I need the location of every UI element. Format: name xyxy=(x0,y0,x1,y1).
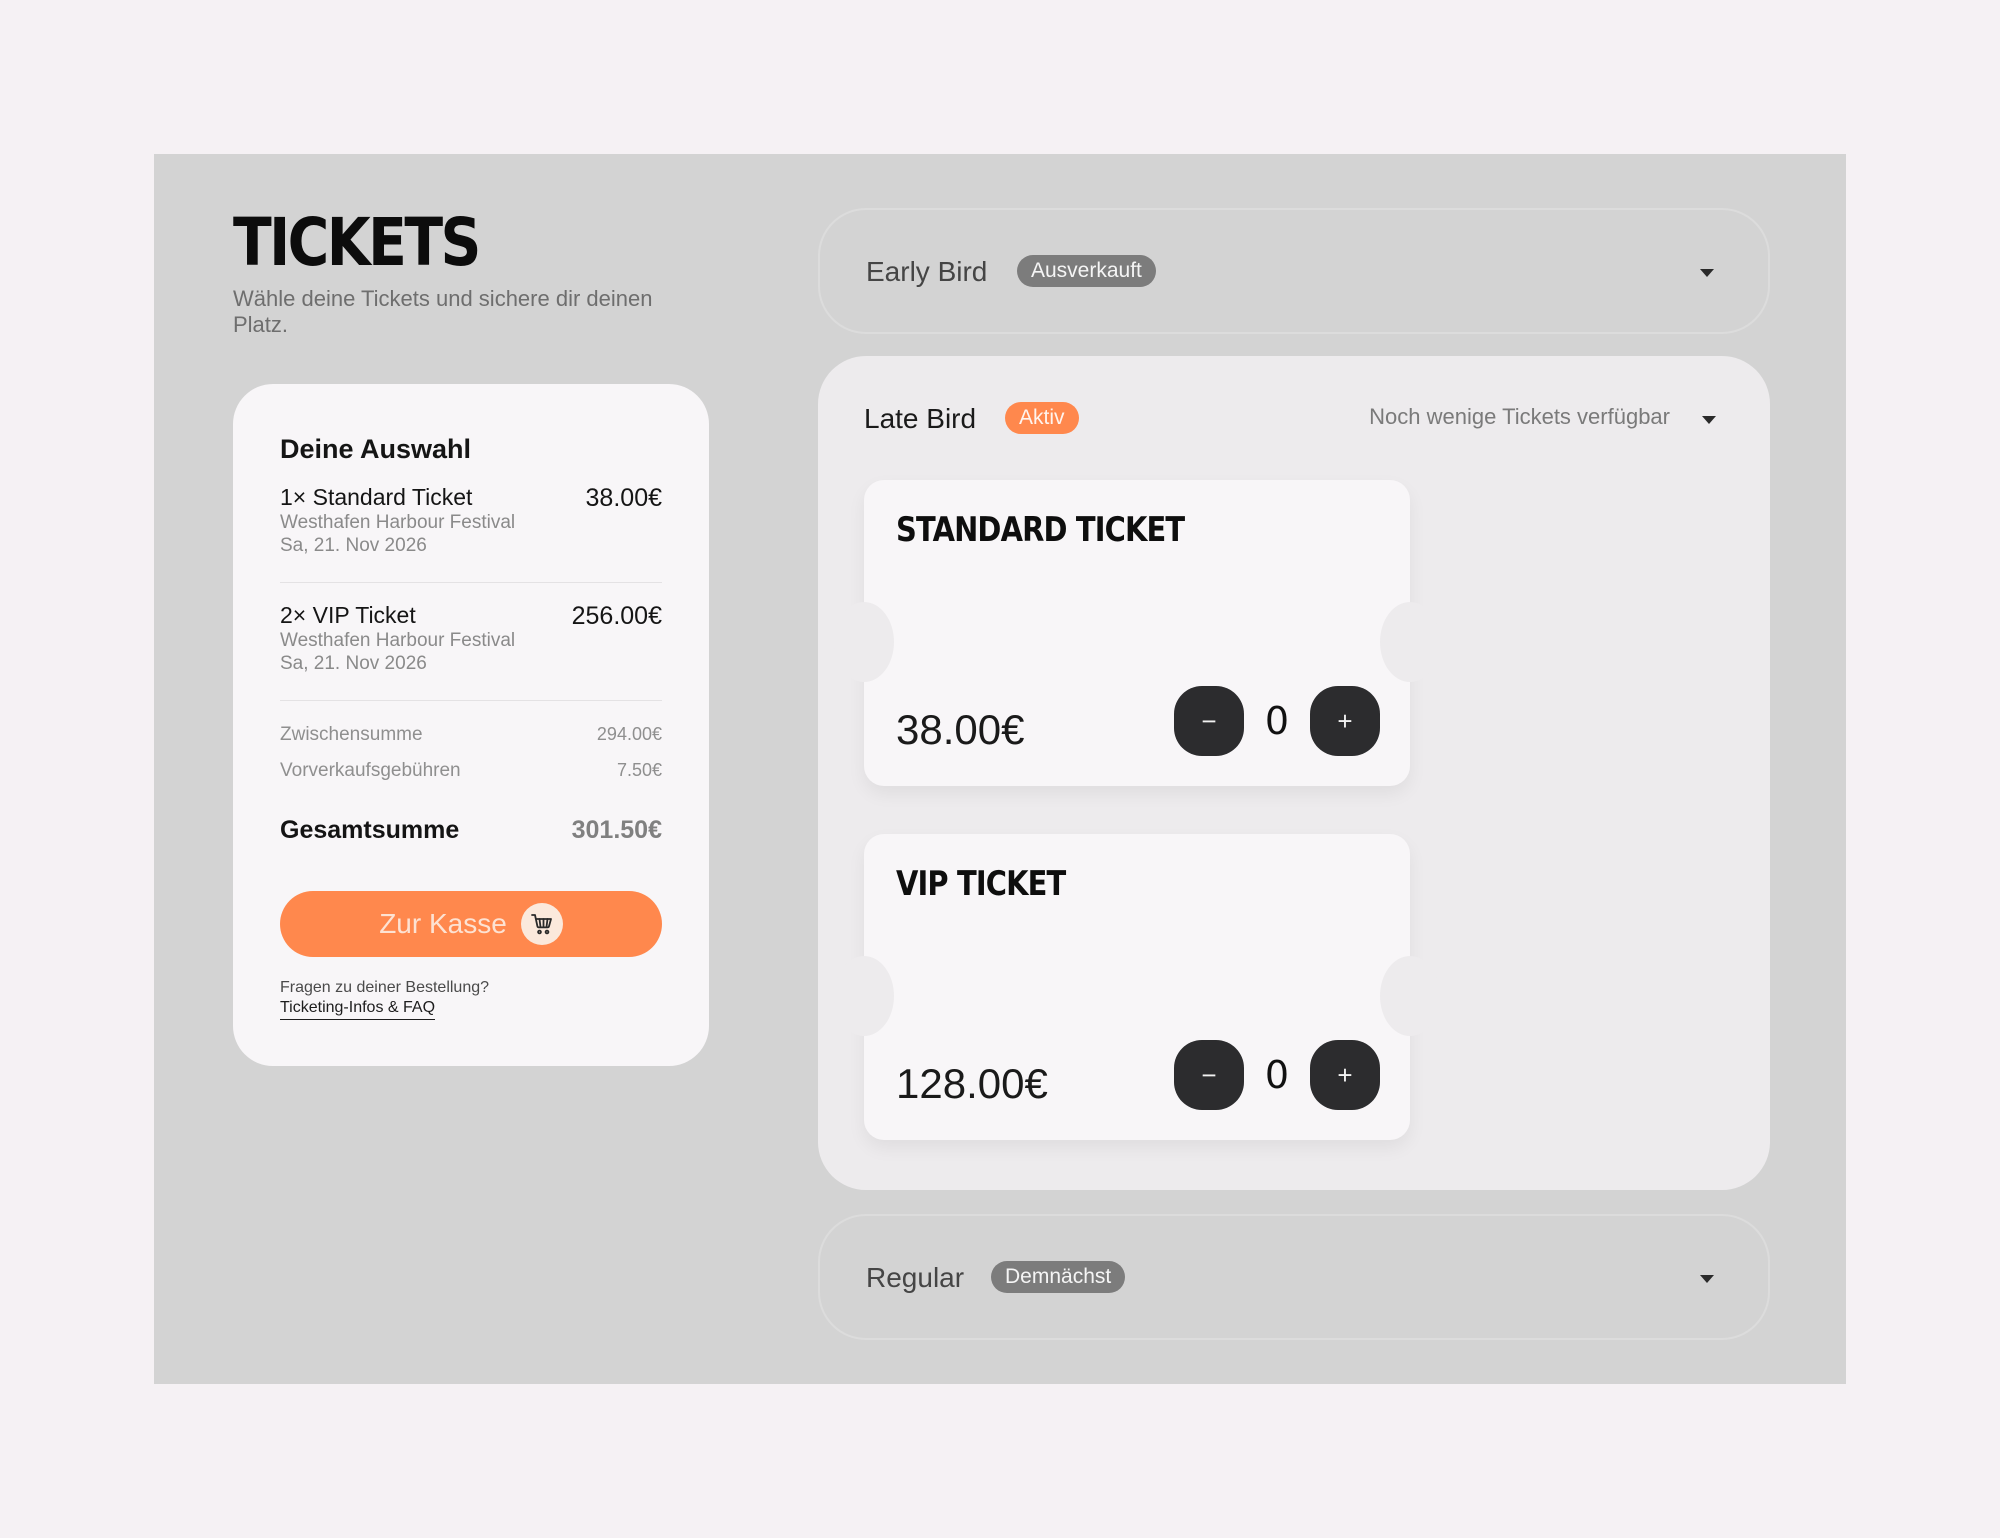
minus-icon: − xyxy=(1201,705,1217,736)
chevron-down-icon[interactable] xyxy=(1700,1275,1714,1283)
phase-late-bird: Late Bird Aktiv Noch wenige Tickets verf… xyxy=(818,356,1770,1190)
divider xyxy=(280,582,662,583)
line-item-date: Sa, 21. Nov 2026 xyxy=(280,653,427,674)
availability-text: Noch wenige Tickets verfügbar xyxy=(1369,404,1670,429)
ticket-name: VIP TICKET xyxy=(896,864,1066,904)
status-badge: Demnächst xyxy=(991,1261,1126,1293)
plus-icon: + xyxy=(1337,1059,1353,1090)
order-summary-card: Deine Auswahl 1× Standard Ticket Westhaf… xyxy=(233,384,709,1066)
summary-line-item: 2× VIP Ticket Westhafen Harbour Festival… xyxy=(280,602,662,675)
summary-line-item: 1× Standard Ticket Westhafen Harbour Fes… xyxy=(280,484,662,557)
page-subtitle: Wähle deine Tickets und sichere dir dein… xyxy=(233,286,653,337)
quantity-value: 0 xyxy=(1264,1053,1290,1097)
minus-button[interactable]: − xyxy=(1174,686,1244,756)
status-badge: Aktiv xyxy=(1005,402,1079,434)
minus-button[interactable]: − xyxy=(1174,1040,1244,1110)
chevron-down-icon[interactable] xyxy=(1700,269,1714,277)
tickets-panel: TICKETS Wähle deine Tickets und sichere … xyxy=(154,154,1846,1384)
plus-icon: + xyxy=(1337,705,1353,736)
ticket-name: STANDARD TICKET xyxy=(896,510,1185,550)
line-item-price: 256.00€ xyxy=(571,602,662,630)
plus-button[interactable]: + xyxy=(1310,1040,1380,1110)
checkout-button[interactable]: Zur Kasse xyxy=(280,891,662,957)
subtotal-row: Zwischensumme 294.00€ xyxy=(280,724,662,746)
quantity-value: 0 xyxy=(1264,699,1290,743)
chevron-down-icon[interactable] xyxy=(1702,416,1716,424)
cart-icon xyxy=(520,903,563,945)
ticket-card-vip: VIP TICKET 128.00€ − 0 + xyxy=(834,834,1440,1140)
total-value: 301.50€ xyxy=(571,816,662,844)
subtotal-label: Zwischensumme xyxy=(280,724,423,745)
fees-label: Vorverkaufsgebühren xyxy=(280,760,461,781)
divider xyxy=(280,700,662,701)
phase-early-bird[interactable]: Early Bird Ausverkauft xyxy=(818,208,1770,334)
quantity-stepper: − 0 + xyxy=(1174,1040,1380,1110)
fees-row: Vorverkaufsgebühren 7.50€ xyxy=(280,760,662,782)
minus-icon: − xyxy=(1201,1059,1217,1090)
plus-button[interactable]: + xyxy=(1310,686,1380,756)
quantity-stepper: − 0 + xyxy=(1174,686,1380,756)
phase-regular[interactable]: Regular Demnächst xyxy=(818,1214,1770,1340)
page-title: TICKETS xyxy=(233,204,481,281)
ticket-notch xyxy=(1380,956,1440,1036)
fees-value: 7.50€ xyxy=(616,760,662,780)
ticket-notch xyxy=(834,602,894,682)
faq-question: Fragen zu deiner Bestellung? xyxy=(280,979,490,996)
line-item-event: Westhafen Harbour Festival xyxy=(280,630,516,651)
ticket-price: 38.00€ xyxy=(896,706,1025,753)
status-badge: Ausverkauft xyxy=(1017,255,1156,287)
ticket-notch xyxy=(834,956,894,1036)
phase-title: Regular xyxy=(866,1262,965,1293)
line-item-price: 38.00€ xyxy=(585,484,662,512)
total-label: Gesamtsumme xyxy=(280,816,460,844)
checkout-label: Zur Kasse xyxy=(379,908,507,939)
phase-title: Early Bird xyxy=(866,256,988,287)
summary-heading: Deine Auswahl xyxy=(280,434,472,464)
ticket-price: 128.00€ xyxy=(896,1060,1048,1107)
phase-title: Late Bird xyxy=(864,403,977,434)
line-item-event: Westhafen Harbour Festival xyxy=(280,512,516,533)
ticket-card-standard: STANDARD TICKET 38.00€ − 0 + xyxy=(834,480,1440,786)
line-item-date: Sa, 21. Nov 2026 xyxy=(280,535,427,556)
faq-link[interactable]: Ticketing-Infos & FAQ xyxy=(280,999,436,1020)
ticket-notch xyxy=(1380,602,1440,682)
subtotal-value: 294.00€ xyxy=(596,724,662,744)
